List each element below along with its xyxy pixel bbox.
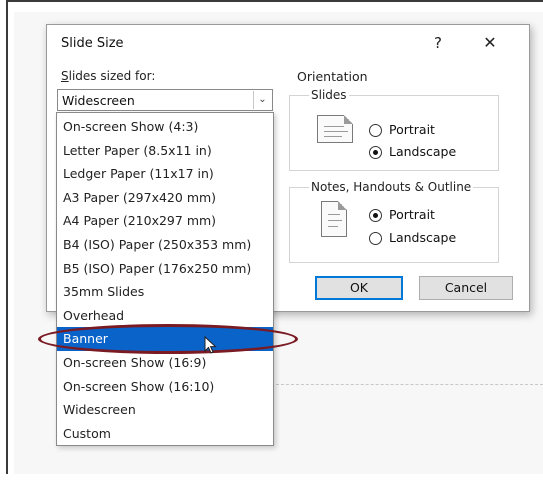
slides-portrait-radio[interactable] [369, 124, 382, 137]
sized-for-access-key: S [61, 69, 69, 83]
list-item[interactable]: A4 Paper (210x297 mm) [57, 209, 273, 233]
slide-size-dropdown-list: On-screen Show (4:3) Letter Paper (8.5x1… [56, 112, 274, 446]
list-item[interactable]: Custom [57, 422, 273, 446]
slide-size-combobox[interactable]: Widescreen ⌄ [57, 89, 273, 111]
notes-landscape-label[interactable]: Landscape [389, 230, 456, 245]
mouse-pointer-icon [204, 336, 217, 354]
slides-group-label: Slides [309, 88, 349, 102]
sized-for-label-text: lides sized for: [68, 69, 156, 83]
cancel-button[interactable]: Cancel [419, 276, 513, 300]
portrait-page-icon [321, 201, 347, 237]
dialog-titlebar: Slide Size ? ✕ [47, 25, 529, 61]
list-item[interactable]: Letter Paper (8.5x11 in) [57, 139, 273, 163]
list-item[interactable]: On-screen Show (4:3) [57, 115, 273, 139]
orientation-title: Orientation [297, 69, 368, 84]
notes-group-label: Notes, Handouts & Outline [309, 180, 474, 194]
combobox-value: Widescreen [62, 93, 135, 108]
sized-for-label: Slides sized for: [61, 69, 155, 83]
chevron-down-icon[interactable]: ⌄ [253, 91, 271, 109]
dialog-title: Slide Size [61, 36, 124, 51]
list-item[interactable]: 35mm Slides [57, 280, 273, 304]
slides-portrait-label[interactable]: Portrait [389, 122, 435, 137]
notes-portrait-label[interactable]: Portrait [389, 207, 435, 222]
list-item[interactable]: Ledger Paper (11x17 in) [57, 162, 273, 186]
help-button[interactable]: ? [425, 31, 451, 55]
ok-button[interactable]: OK [315, 276, 403, 300]
slide-placeholder-border [276, 384, 543, 385]
notes-landscape-radio[interactable] [369, 232, 382, 245]
list-item[interactable]: On-screen Show (16:9) [57, 351, 273, 375]
landscape-page-icon [317, 115, 353, 143]
close-button[interactable]: ✕ [477, 31, 503, 55]
list-item[interactable]: A3 Paper (297x420 mm) [57, 186, 273, 210]
list-item[interactable]: B4 (ISO) Paper (250x353 mm) [57, 233, 273, 257]
highlight-annotation-ellipse [38, 324, 298, 354]
slides-landscape-radio[interactable] [369, 146, 382, 159]
list-item[interactable]: Widescreen [57, 398, 273, 422]
notes-portrait-radio[interactable] [369, 209, 382, 222]
list-item[interactable]: B5 (ISO) Paper (176x250 mm) [57, 257, 273, 281]
slides-landscape-label[interactable]: Landscape [389, 144, 456, 159]
list-item[interactable]: On-screen Show (16:10) [57, 375, 273, 399]
